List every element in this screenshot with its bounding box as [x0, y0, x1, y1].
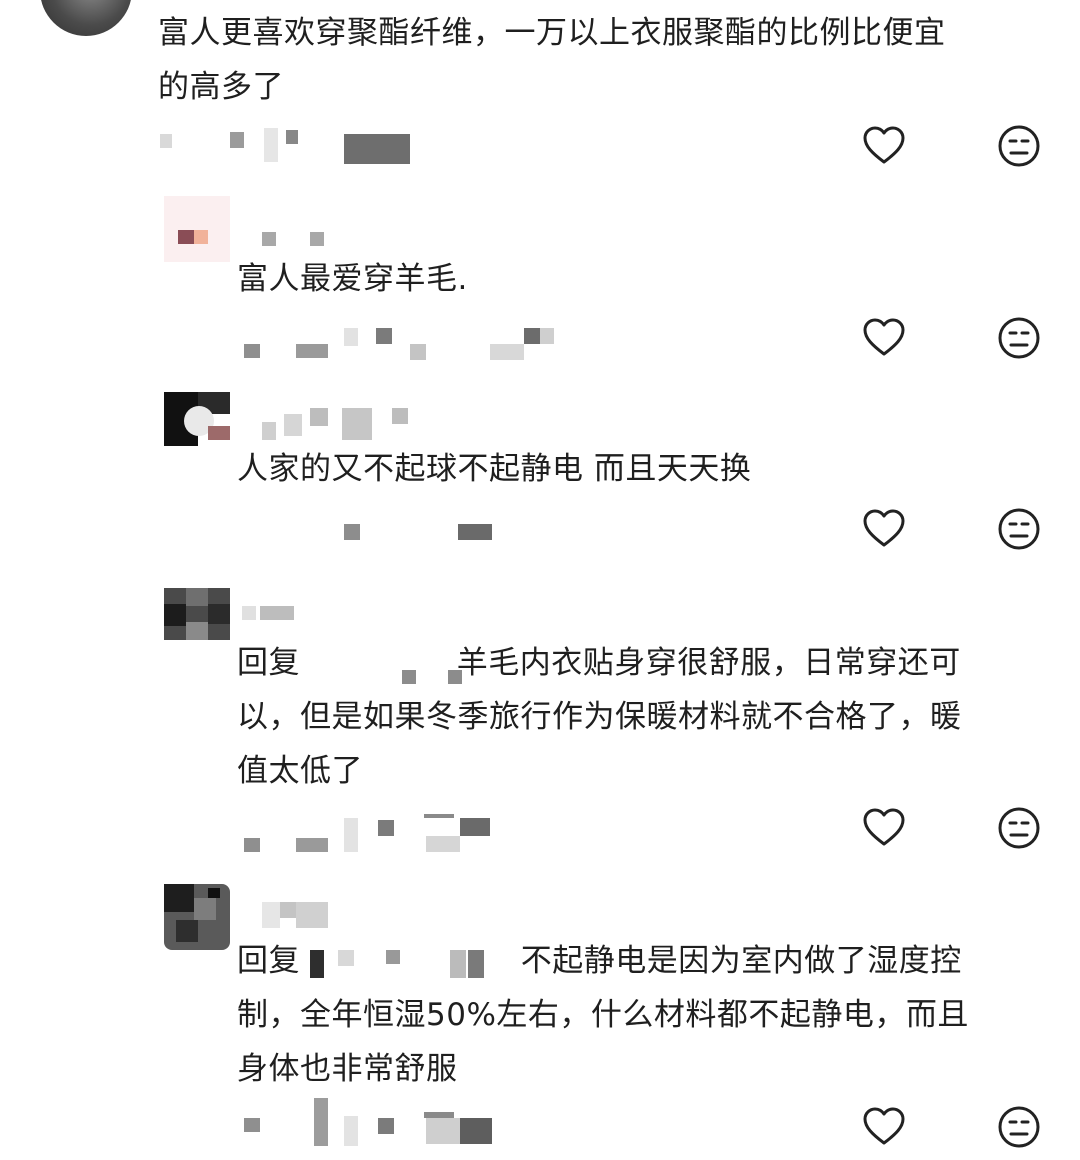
comment-line: 的高多了 — [158, 69, 284, 105]
dislike-button[interactable] — [995, 804, 1043, 852]
username-blurred[interactable] — [262, 230, 342, 250]
avatar[interactable] — [164, 392, 230, 446]
comment-meta-blurred — [340, 520, 520, 544]
neutral-face-icon — [998, 317, 1040, 359]
neutral-face-icon — [998, 508, 1040, 550]
neutral-face-icon — [998, 125, 1040, 167]
comment-meta-blurred — [244, 812, 504, 856]
reply-target-blurred[interactable] — [310, 650, 463, 684]
comment-line: 富人最爱穿羊毛. — [237, 261, 468, 297]
neutral-face-icon — [998, 807, 1040, 849]
username-blurred[interactable] — [262, 898, 342, 932]
heart-outline-icon — [863, 808, 905, 846]
reply-target-blurred[interactable] — [310, 946, 510, 980]
comment-text: 回复 羊毛内衣贴身穿很舒服，日常穿还可 以，但是如果冬季旅行作为保暖材料就不合格… — [237, 636, 1047, 798]
heart-outline-icon — [863, 1107, 905, 1145]
comment-line: 身体也非常舒服 — [237, 1051, 458, 1087]
like-button[interactable] — [860, 1103, 908, 1151]
comment-text: 回复 不起静电是因为室内做了湿度控 制，全年恒湿50%左右，什么材料都不起静电，… — [237, 934, 1047, 1096]
comment-meta-blurred — [244, 324, 564, 364]
comment-text: 富人更喜欢穿聚酯纤维，一万以上衣服聚酯的比例比便宜 的高多了 — [158, 6, 1038, 114]
avatar[interactable] — [40, 0, 132, 36]
dislike-button[interactable] — [995, 1103, 1043, 1151]
dislike-button[interactable] — [995, 314, 1043, 362]
dislike-button[interactable] — [995, 505, 1043, 553]
comment-line: 人家的又不起球不起静电 而且天天换 — [237, 451, 752, 487]
heart-outline-icon — [863, 318, 905, 356]
dislike-button[interactable] — [995, 122, 1043, 170]
username-blurred[interactable] — [262, 404, 422, 444]
comment-meta-blurred — [160, 128, 420, 168]
comment-text: 人家的又不起球不起静电 而且天天换 — [237, 442, 1037, 496]
username-blurred[interactable] — [240, 604, 300, 624]
like-button[interactable] — [860, 122, 908, 170]
comment-line: 富人更喜欢穿聚酯纤维，一万以上衣服聚酯的比例比便宜 — [158, 15, 946, 51]
like-button[interactable] — [860, 314, 908, 362]
heart-outline-icon — [863, 126, 905, 164]
reply-prefix: 回复 — [237, 943, 300, 979]
avatar[interactable] — [164, 196, 230, 262]
like-button[interactable] — [860, 804, 908, 852]
avatar[interactable] — [164, 884, 230, 950]
comment-line: 以，但是如果冬季旅行作为保暖材料就不合格了，暖 — [237, 699, 962, 735]
avatar[interactable] — [164, 588, 230, 640]
comment-line: 回复 不起静电是因为室内做了湿度控 — [237, 943, 962, 980]
comment-text: 富人最爱穿羊毛. — [237, 252, 1037, 306]
reply-prefix: 回复 — [237, 645, 300, 681]
neutral-face-icon — [998, 1106, 1040, 1148]
comment-line: 值太低了 — [237, 753, 363, 789]
like-button[interactable] — [860, 505, 908, 553]
comment-line: 制，全年恒湿50%左右，什么材料都不起静电，而且 — [237, 997, 969, 1033]
comment-meta-blurred — [244, 1092, 504, 1148]
heart-outline-icon — [863, 509, 905, 547]
comment-line: 回复 羊毛内衣贴身穿很舒服，日常穿还可 — [237, 636, 1047, 690]
